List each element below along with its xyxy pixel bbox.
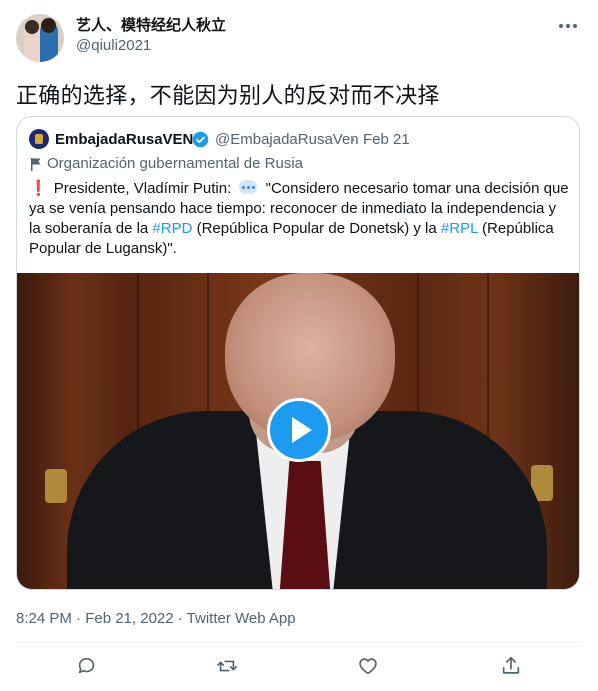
author-handle[interactable]: @qiuli2021 xyxy=(76,37,151,54)
quoted-text: ❗ Presidente, Vladímir Putin: "Considero … xyxy=(29,179,569,259)
play-icon[interactable] xyxy=(267,398,331,462)
quoted-text-part: (República Popular de Donetsk) y la xyxy=(192,220,441,237)
separator-dot: · xyxy=(351,131,356,148)
verified-icon xyxy=(192,131,209,148)
hashtag-link[interactable]: #RPL xyxy=(441,220,478,237)
quoted-author-handle[interactable]: @EmbajadaRusaVen xyxy=(215,131,359,148)
quoted-avatar[interactable] xyxy=(29,129,49,149)
share-icon[interactable] xyxy=(500,655,524,679)
author-name[interactable]: 艺人、模特经纪人秋立 xyxy=(76,14,226,35)
government-label[interactable]: Organización gubernamental de Rusia xyxy=(47,155,303,172)
hashtag-link[interactable]: #RPD xyxy=(152,220,192,237)
exclamation-icon: ❗ xyxy=(29,180,48,197)
speech-bubble-icon xyxy=(239,180,258,194)
reply-icon[interactable] xyxy=(76,655,100,679)
flag-icon xyxy=(31,158,41,171)
quoted-tweet-card[interactable]: EmbajadaRusaVEN @EmbajadaRusaVen · Feb 2… xyxy=(16,116,580,590)
retweet-icon[interactable] xyxy=(216,655,240,679)
avatar[interactable] xyxy=(16,14,64,62)
more-icon[interactable] xyxy=(556,16,580,36)
like-icon[interactable] xyxy=(357,655,381,679)
quoted-intro: Presidente, Vladímir Putin: xyxy=(53,180,232,197)
tweet-text: 正确的选择，不能因为别人的反对而不决择 xyxy=(16,83,440,108)
tweet-timestamp[interactable]: 8:24 PM · Feb 21, 2022 · Twitter Web App xyxy=(16,610,296,627)
action-bar xyxy=(16,650,582,684)
divider xyxy=(16,642,582,643)
quoted-author-name[interactable]: EmbajadaRusaVEN xyxy=(55,131,193,148)
video-thumbnail[interactable] xyxy=(17,273,579,589)
quoted-date[interactable]: Feb 21 xyxy=(363,131,410,148)
